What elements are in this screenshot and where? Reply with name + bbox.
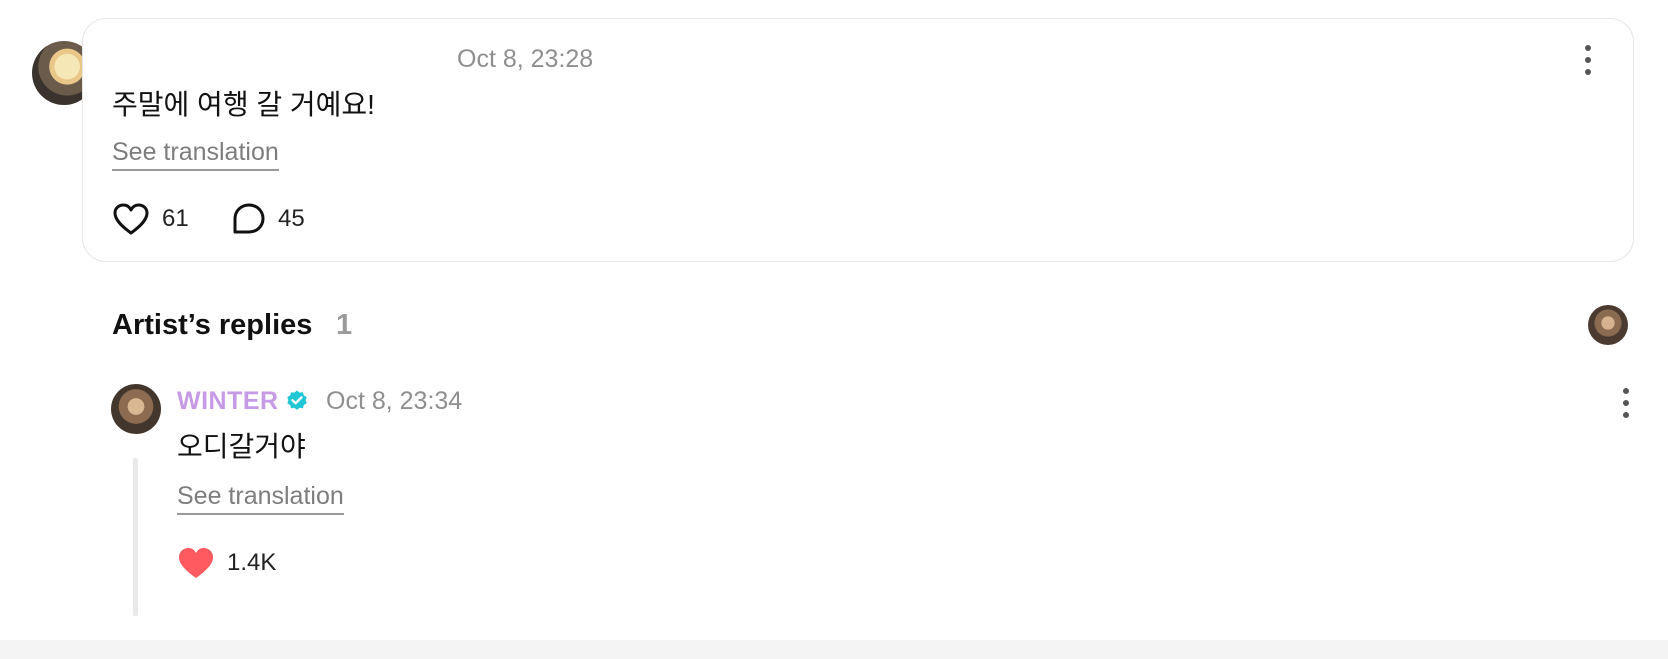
post-detail-page: Oct 8, 23:28 주말에 여행 갈 거예요! See translati… [0,0,1668,659]
artist-replies-title: Artist’s replies [112,309,313,341]
post-text: 주말에 여행 갈 거예요! [112,89,375,120]
heart-filled-icon [179,548,213,578]
post-comment-count: 45 [278,205,305,232]
reply-see-translation-link[interactable]: See translation [177,481,344,515]
post-more-options-button[interactable] [1582,45,1594,75]
vertical-dots-icon [1585,45,1591,51]
heart-outline-icon [113,203,149,235]
artist-replies-count: 1 [336,309,353,341]
post-like-button[interactable]: 61 [112,202,189,236]
reply-like-count: 1.4K [227,549,277,576]
artist-avatar-small[interactable] [1588,305,1628,345]
vertical-dots-icon [1623,388,1629,394]
reply-author-name[interactable]: WINTER [177,386,279,416]
post-comment-button[interactable]: 45 [232,202,305,236]
post-see-translation-link[interactable]: See translation [112,137,279,171]
post-card [82,18,1634,262]
post-timestamp: Oct 8, 23:28 [457,45,594,73]
reply-timestamp: Oct 8, 23:34 [326,387,463,415]
reply-text: 오디갈거야 [177,431,306,462]
speech-bubble-icon [233,203,265,234]
post-like-count: 61 [162,205,189,232]
bottom-divider-bar [0,640,1668,659]
reply-thread-line [133,458,138,616]
reply-like-button[interactable]: 1.4K [177,546,276,580]
reply-author-avatar[interactable] [111,384,161,434]
verified-badge-icon [287,390,307,410]
reply-more-options-button[interactable] [1620,388,1632,418]
